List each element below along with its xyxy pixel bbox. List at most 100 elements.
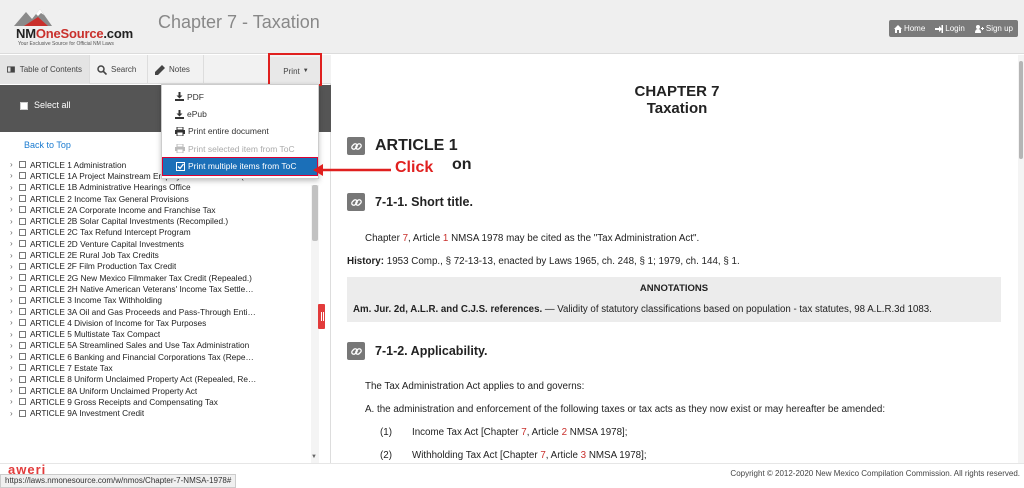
toc-item[interactable]: › ARTICLE 8 Uniform Unclaimed Property Ac… — [0, 374, 310, 385]
toc-item[interactable]: › ARTICLE 2 Income Tax General Provisions — [0, 193, 310, 204]
chevron-right-icon[interactable]: › — [10, 217, 19, 226]
chevron-right-icon[interactable]: › — [10, 341, 19, 350]
chevron-right-icon[interactable]: › — [10, 330, 19, 339]
scrollbar-thumb[interactable] — [1019, 61, 1023, 159]
toc-item-checkbox[interactable] — [19, 195, 26, 203]
toc-item-checkbox[interactable] — [19, 183, 26, 191]
toc-item-checkbox[interactable] — [19, 251, 26, 259]
toc-item[interactable]: › ARTICLE 1B Administrative Hearings Offi… — [0, 182, 310, 193]
toc-item[interactable]: › ARTICLE 2H Native American Veterans' In… — [0, 283, 310, 294]
toc-item[interactable]: › ARTICLE 5A Streamlined Sales and Use Ta… — [0, 340, 310, 351]
toc-item-checkbox[interactable] — [19, 274, 26, 282]
toc-item[interactable]: › ARTICLE 9A Investment Credit — [0, 408, 310, 419]
toc-item-checkbox[interactable] — [19, 353, 26, 361]
print-menu-pdf[interactable]: PDF — [162, 88, 318, 105]
print-dropdown-button[interactable]: Print ▼ — [270, 57, 322, 85]
toc-item-checkbox[interactable] — [19, 206, 26, 214]
chevron-right-icon[interactable]: › — [10, 318, 19, 327]
toc-item[interactable]: › ARTICLE 5 Multistate Tax Compact — [0, 328, 310, 339]
toc-item-checkbox[interactable] — [19, 409, 26, 417]
print-menu-entire-document[interactable]: Print entire document — [162, 123, 318, 140]
checkbox-icon — [176, 161, 185, 171]
toc-item-checkbox[interactable] — [19, 330, 26, 338]
toc-item-checkbox[interactable] — [19, 375, 26, 383]
toc-item-checkbox[interactable] — [19, 296, 26, 304]
toc-item-checkbox[interactable] — [19, 387, 26, 395]
toc-item[interactable]: › ARTICLE 2G New Mexico Filmmaker Tax Cre… — [0, 272, 310, 283]
chevron-right-icon[interactable]: › — [10, 397, 19, 406]
chevron-right-icon[interactable]: › — [10, 160, 19, 169]
toc-item[interactable]: › ARTICLE 2A Corporate Income and Franchi… — [0, 204, 310, 215]
chevron-right-icon[interactable]: › — [10, 352, 19, 361]
toc-item-checkbox[interactable] — [19, 285, 26, 293]
toc-item-checkbox[interactable] — [19, 308, 26, 315]
site-logo[interactable]: NMOneSource.com Your Exclusive Source fo… — [8, 8, 143, 48]
annotations-text: Am. Jur. 2d, A.L.R. and C.J.S. reference… — [353, 304, 932, 315]
toc-item-checkbox[interactable] — [19, 172, 26, 180]
document-scrollbar[interactable] — [1018, 55, 1024, 463]
chapter-title: Taxation — [646, 100, 708, 117]
chevron-right-icon[interactable]: › — [10, 284, 19, 293]
chevron-right-icon[interactable]: › — [10, 239, 19, 248]
toc-item[interactable]: › ARTICLE 2D Venture Capital Investments — [0, 238, 310, 249]
chevron-right-icon[interactable]: › — [10, 363, 19, 372]
tab-search[interactable]: Search — [90, 55, 148, 84]
toc-item[interactable]: › ARTICLE 2E Rural Job Tax Credits — [0, 249, 310, 260]
toc-item[interactable]: › ARTICLE 2B Solar Capital Investments (R… — [0, 215, 310, 226]
print-menu-epub[interactable]: ePub — [162, 105, 318, 122]
section-link-button[interactable] — [347, 342, 365, 360]
chevron-right-icon[interactable]: › — [10, 194, 19, 203]
chevron-right-icon[interactable]: › — [10, 273, 19, 282]
pencil-icon — [155, 64, 165, 75]
section-subitem: A. the administration and enforcement of… — [365, 404, 886, 415]
chevron-right-icon[interactable]: › — [10, 296, 19, 305]
toc-item[interactable]: › ARTICLE 4 Division of Income for Tax Pu… — [0, 317, 310, 328]
back-to-top-link[interactable]: Back to Top — [24, 140, 71, 150]
toc-item[interactable]: › ARTICLE 2F Film Production Tax Credit — [0, 261, 310, 272]
chevron-right-icon[interactable]: › — [10, 183, 19, 192]
scrollbar-thumb[interactable] — [312, 185, 318, 241]
toc-item-checkbox[interactable] — [19, 398, 26, 406]
toc-item[interactable]: › ARTICLE 3A Oil and Gas Proceeds and Pas… — [0, 306, 310, 317]
toc-item[interactable]: › ARTICLE 7 Estate Tax — [0, 362, 310, 373]
toc-item-label: ARTICLE 8 Uniform Unclaimed Property Act… — [30, 374, 257, 385]
sidebar-collapse-handle[interactable] — [318, 304, 325, 329]
toc-item-label: ARTICLE 2H Native American Veterans' Inc… — [30, 283, 254, 294]
toc-item-checkbox[interactable] — [19, 161, 26, 169]
chevron-right-icon[interactable]: › — [10, 251, 19, 260]
home-button[interactable]: Home — [889, 20, 930, 37]
chevron-right-icon[interactable]: › — [10, 205, 19, 214]
chevron-right-icon[interactable]: › — [10, 307, 19, 316]
chevron-right-icon[interactable]: › — [10, 409, 19, 418]
toc-item[interactable]: › ARTICLE 2C Tax Refund Intercept Program — [0, 227, 310, 238]
article-link-button[interactable] — [347, 137, 365, 155]
chevron-right-icon[interactable]: › — [10, 228, 19, 237]
scroll-down-arrow-icon[interactable]: ▼ — [311, 454, 317, 460]
chevron-right-icon[interactable]: › — [10, 386, 19, 395]
toc-item-checkbox[interactable] — [19, 341, 26, 349]
tab-table-of-contents[interactable]: Table of Contents — [0, 55, 90, 84]
toc-item-checkbox[interactable] — [19, 262, 26, 270]
print-menu-multiple-items[interactable]: Print multiple items from ToC — [162, 156, 318, 176]
chevron-right-icon[interactable]: › — [10, 262, 19, 271]
toc-item[interactable]: › ARTICLE 6 Banking and Financial Corpora… — [0, 351, 310, 362]
signup-button[interactable]: Sign up — [970, 20, 1018, 37]
toc-item[interactable]: › ARTICLE 9 Gross Receipts and Compensati… — [0, 396, 310, 407]
link-icon — [350, 347, 362, 355]
home-icon — [893, 24, 902, 33]
toc-item-checkbox[interactable] — [19, 319, 26, 327]
toc-item-checkbox[interactable] — [19, 364, 26, 372]
chevron-right-icon[interactable]: › — [10, 171, 19, 180]
chevron-right-icon[interactable]: › — [10, 375, 19, 384]
toc-item-checkbox[interactable] — [19, 217, 26, 225]
toc-item[interactable]: › ARTICLE 8A Uniform Unclaimed Property A… — [0, 385, 310, 396]
toc-item-checkbox[interactable] — [19, 240, 26, 248]
tab-notes[interactable]: Notes — [148, 55, 204, 84]
toc-item[interactable]: › ARTICLE 3 Income Tax Withholding — [0, 295, 310, 306]
article-title: ARTICLE 1 — [375, 137, 458, 154]
select-all-checkbox[interactable] — [20, 102, 28, 110]
section-link-button[interactable] — [347, 193, 365, 211]
toc-item-label: ARTICLE 1B Administrative Hearings Offic… — [30, 182, 191, 193]
toc-item-checkbox[interactable] — [19, 228, 26, 236]
login-button[interactable]: Login — [930, 20, 970, 37]
